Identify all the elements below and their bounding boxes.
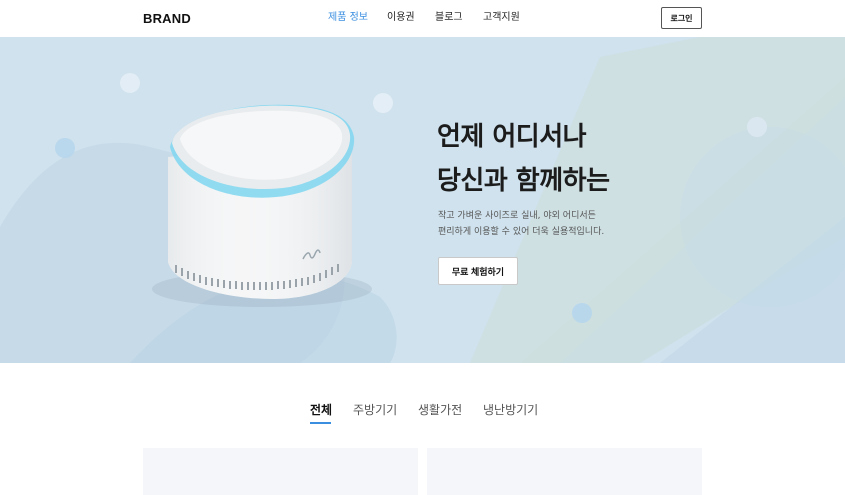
- tab-all[interactable]: 전체: [310, 401, 332, 418]
- hero-banner: 언제 어디서나 당신과 함께하는 작고 가벼운 사이즈로 실내, 야외 어디서든…: [0, 37, 845, 363]
- hero-title: 언제 어디서나 당신과 함께하는: [437, 115, 610, 203]
- hero-desc-line2: 편리하게 이용할 수 있어 더욱 실용적입니다.: [438, 227, 605, 237]
- category-tabs: 전체 주방기기 생활가전 냉난방기기: [0, 363, 845, 433]
- hero-desc-line1: 작고 가벼운 사이즈로 실내, 야외 어디서든: [438, 211, 596, 221]
- product-card[interactable]: [143, 448, 418, 495]
- nav-item-support[interactable]: 고객지원: [483, 11, 520, 25]
- brand-logo[interactable]: BRAND: [143, 11, 191, 26]
- nav-item-pass[interactable]: 이용권: [387, 11, 415, 25]
- login-button[interactable]: 로그인: [661, 7, 702, 29]
- tab-kitchen[interactable]: 주방기기: [353, 401, 397, 418]
- tab-heating-cooling[interactable]: 냉난방기기: [483, 401, 538, 418]
- hero-background: [0, 37, 845, 363]
- tab-living[interactable]: 생활가전: [418, 401, 462, 418]
- site-header: BRAND 제품 정보 이용권 블로그 고객지원 로그인: [0, 0, 845, 37]
- nav-item-product-info[interactable]: 제품 정보: [328, 11, 368, 25]
- nav-item-blog[interactable]: 블로그: [435, 11, 463, 25]
- active-tab-indicator: [310, 422, 331, 424]
- hero-title-line2: 당신과 함께하는: [437, 166, 610, 196]
- hero-title-line1: 언제 어디서나: [437, 122, 587, 152]
- product-card[interactable]: [427, 448, 702, 495]
- free-trial-button[interactable]: 무료 체험하기: [438, 257, 518, 285]
- hero-description: 작고 가벼운 사이즈로 실내, 야외 어디서든 편리하게 이용할 수 있어 더욱…: [438, 208, 604, 240]
